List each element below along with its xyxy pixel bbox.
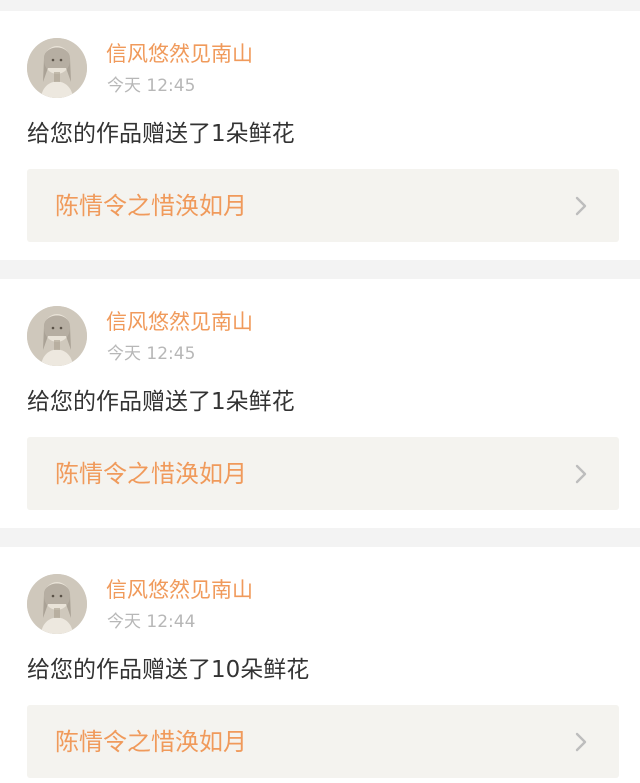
chevron-right-icon [575, 464, 587, 484]
chevron-right-icon [575, 732, 587, 752]
avatar[interactable] [27, 574, 87, 634]
gift-message: 给您的作品赠送了1朵鲜花 [27, 389, 295, 415]
work-link[interactable]: 陈情令之惜涣如月 [27, 169, 619, 242]
notification-card: 信风悠然见南山 今天 12:45 给您的作品赠送了1朵鲜花 陈情令之惜涣如月 [0, 279, 640, 528]
username[interactable]: 信风悠然见南山 [106, 577, 253, 603]
chevron-right-icon [575, 196, 587, 216]
timestamp: 今天 12:45 [107, 76, 196, 96]
avatar[interactable] [27, 38, 87, 98]
timestamp: 今天 12:44 [107, 612, 196, 632]
notification-card: 信风悠然见南山 今天 12:44 给您的作品赠送了10朵鲜花 陈情令之惜涣如月 [0, 547, 640, 783]
notification-feed: 信风悠然见南山 今天 12:45 给您的作品赠送了1朵鲜花 陈情令之惜涣如月 信… [0, 0, 640, 783]
avatar-image [27, 306, 87, 366]
username[interactable]: 信风悠然见南山 [106, 309, 253, 335]
notification-card: 信风悠然见南山 今天 12:45 给您的作品赠送了1朵鲜花 陈情令之惜涣如月 [0, 11, 640, 260]
work-title: 陈情令之惜涣如月 [55, 460, 247, 488]
avatar-image [27, 574, 87, 634]
work-link[interactable]: 陈情令之惜涣如月 [27, 705, 619, 778]
username[interactable]: 信风悠然见南山 [106, 41, 253, 67]
work-title: 陈情令之惜涣如月 [55, 192, 247, 220]
work-title: 陈情令之惜涣如月 [55, 728, 247, 756]
avatar[interactable] [27, 306, 87, 366]
work-link[interactable]: 陈情令之惜涣如月 [27, 437, 619, 510]
gift-message: 给您的作品赠送了10朵鲜花 [27, 657, 310, 683]
timestamp: 今天 12:45 [107, 344, 196, 364]
avatar-image [27, 38, 87, 98]
gift-message: 给您的作品赠送了1朵鲜花 [27, 121, 295, 147]
